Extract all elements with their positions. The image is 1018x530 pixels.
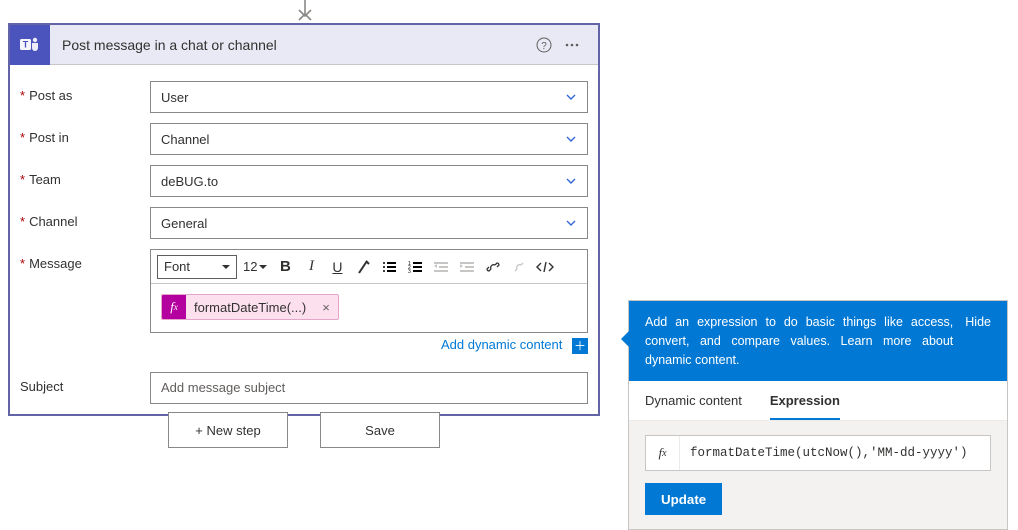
- post-as-label: Post as: [20, 81, 150, 103]
- tab-dynamic-content[interactable]: Dynamic content: [645, 381, 742, 420]
- update-button[interactable]: Update: [645, 483, 722, 515]
- subject-placeholder: Add message subject: [161, 380, 285, 395]
- chevron-down-icon: [565, 91, 577, 103]
- expression-input[interactable]: fx formatDateTime(utcNow(),'MM-dd-yyyy'): [645, 435, 991, 471]
- post-as-select[interactable]: User: [150, 81, 588, 113]
- underline-icon[interactable]: U: [325, 255, 349, 279]
- subject-input[interactable]: Add message subject: [150, 372, 588, 404]
- svg-text:?: ?: [541, 41, 547, 52]
- chevron-down-icon: [565, 217, 577, 229]
- rich-text-toolbar: Font 12 B I U 123: [151, 250, 587, 284]
- svg-text:T: T: [23, 39, 29, 49]
- bold-icon[interactable]: B: [273, 255, 297, 279]
- indent-icon: [455, 255, 479, 279]
- tab-expression[interactable]: Expression: [770, 381, 840, 420]
- post-as-value: User: [161, 90, 188, 105]
- message-editor: Font 12 B I U 123: [150, 249, 588, 333]
- chevron-down-icon: [565, 175, 577, 187]
- team-value: deBUG.to: [161, 174, 218, 189]
- action-title: Post message in a chat or channel: [50, 37, 530, 53]
- fx-icon: fx: [646, 436, 680, 470]
- more-icon[interactable]: [558, 37, 586, 53]
- code-view-icon[interactable]: [533, 255, 557, 279]
- font-select[interactable]: Font: [157, 255, 237, 279]
- message-label: Message: [20, 249, 150, 271]
- action-header[interactable]: T Post message in a chat or channel ?: [10, 25, 598, 65]
- chip-remove-icon[interactable]: ×: [314, 300, 338, 315]
- number-list-icon[interactable]: 123: [403, 255, 427, 279]
- new-step-button[interactable]: + New step: [168, 412, 288, 448]
- italic-icon[interactable]: I: [299, 255, 323, 279]
- channel-label: Channel: [20, 207, 150, 229]
- action-card: T Post message in a chat or channel ? Po…: [8, 23, 600, 416]
- svg-text:3: 3: [408, 269, 411, 274]
- teams-icon: T: [10, 25, 50, 65]
- expression-text: formatDateTime(utcNow(),'MM-dd-yyyy'): [680, 446, 978, 460]
- chevron-down-icon: [565, 133, 577, 145]
- team-select[interactable]: deBUG.to: [150, 165, 588, 197]
- save-button[interactable]: Save: [320, 412, 440, 448]
- team-label: Team: [20, 165, 150, 187]
- expression-chip[interactable]: fx formatDateTime(...) ×: [161, 294, 339, 320]
- panel-pointer-icon: [621, 331, 629, 347]
- flow-arrow-icon: [296, 0, 314, 22]
- plus-icon[interactable]: ＋: [572, 338, 588, 354]
- help-icon[interactable]: ?: [530, 37, 558, 53]
- message-content[interactable]: fx formatDateTime(...) ×: [151, 284, 587, 332]
- fx-icon: fx: [162, 295, 186, 319]
- add-dynamic-content-link[interactable]: Add dynamic content: [441, 337, 562, 352]
- post-in-value: Channel: [161, 132, 209, 147]
- subject-label: Subject: [20, 372, 150, 394]
- outdent-icon: [429, 255, 453, 279]
- font-size-select[interactable]: 12: [239, 255, 271, 279]
- channel-value: General: [161, 216, 207, 231]
- post-in-select[interactable]: Channel: [150, 123, 588, 155]
- expression-panel: Add an expression to do basic things lik…: [628, 300, 1008, 530]
- post-in-label: Post in: [20, 123, 150, 145]
- hide-button[interactable]: Hide: [965, 313, 991, 369]
- chip-label: formatDateTime(...): [186, 300, 314, 315]
- link-icon[interactable]: [481, 255, 505, 279]
- unlink-icon: [507, 255, 531, 279]
- font-color-icon[interactable]: [351, 255, 375, 279]
- channel-select[interactable]: General: [150, 207, 588, 239]
- bullet-list-icon[interactable]: [377, 255, 401, 279]
